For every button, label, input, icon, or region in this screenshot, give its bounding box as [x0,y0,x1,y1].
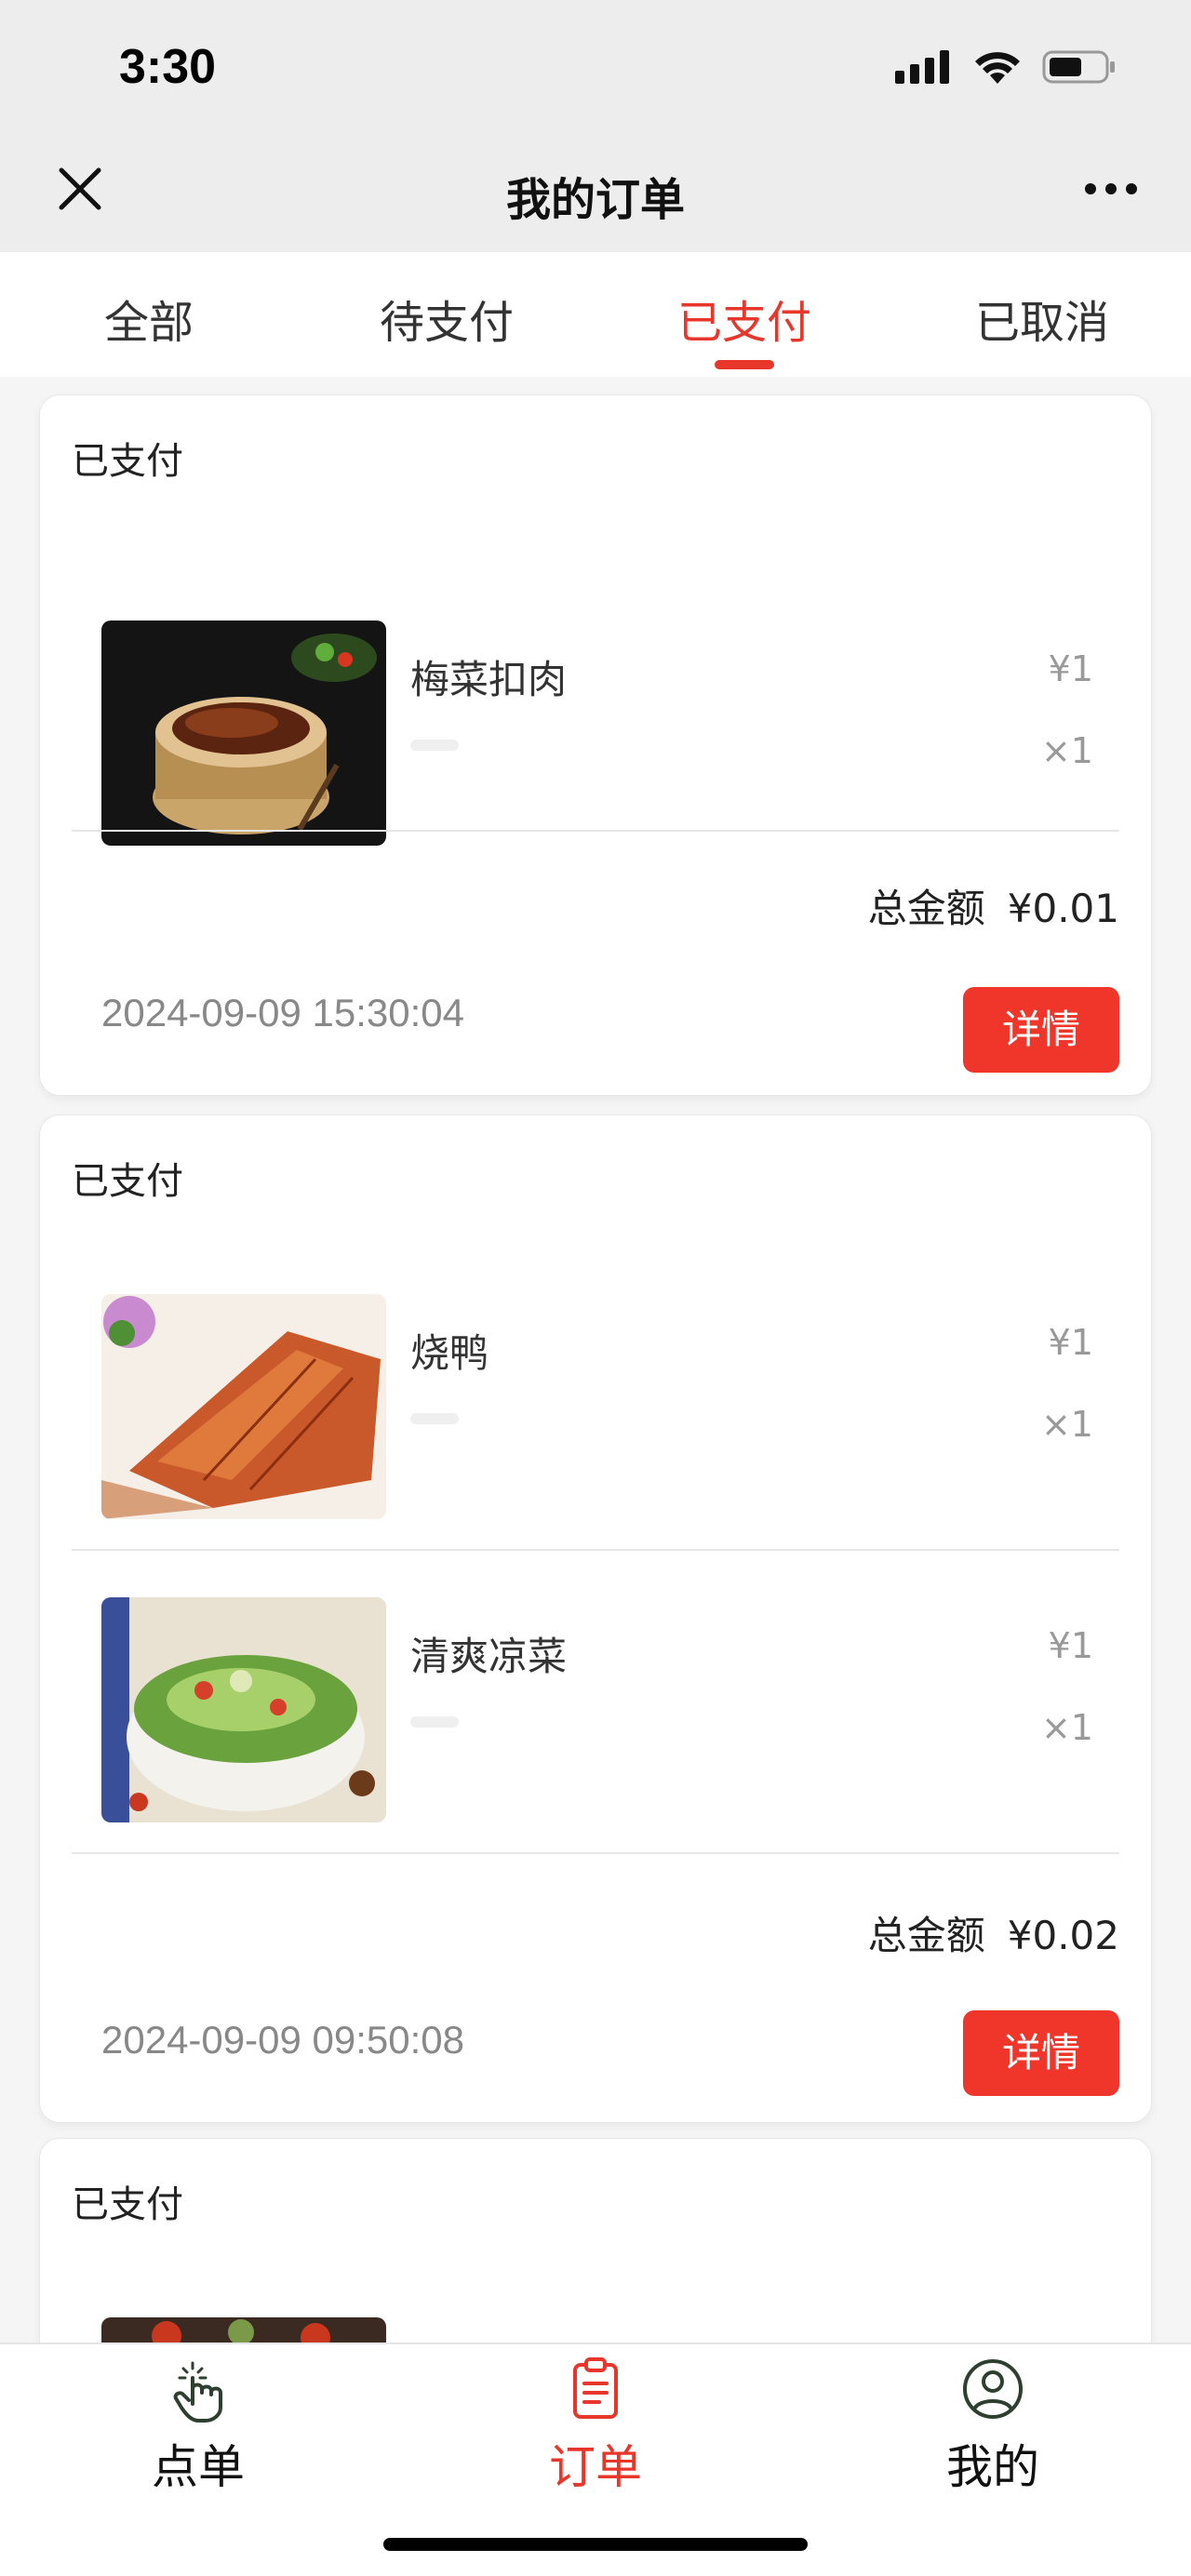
home-indicator [383,2538,808,2551]
detail-button[interactable]: 详情 [963,987,1119,1073]
tab-label: 已取消 [974,297,1109,349]
order-time: 2024-09-09 15:30:04 [101,991,464,1034]
tab-pending-payment[interactable]: 待支付 [298,252,596,377]
user-icon [963,2359,1023,2419]
bottom-tab-order-food[interactable]: 点单 [0,2344,396,2530]
food-image-pork [101,621,386,846]
bottom-tab-label: 订单 [549,2440,642,2494]
tab-label: 全部 [103,297,194,349]
item-name: 梅菜扣肉 [410,657,568,702]
item-spec-placeholder [410,1413,459,1424]
order-card: 已支付 烧鸭 ¥1 ×1 清爽凉菜 ¥1 ×1 总金额 ¥0.02 2024-0… [39,1114,1152,2123]
detail-button[interactable]: 详情 [963,2010,1119,2096]
order-item[interactable]: 清爽凉菜 ¥1 ×1 [40,1597,1153,1902]
item-spec-placeholder [410,740,459,751]
item-name: 烧鸭 [410,1330,489,1376]
order-time: 2024-09-09 09:50:08 [101,2018,464,2062]
item-price: ¥1 [1048,1322,1093,1363]
divider [72,1549,1119,1551]
order-total: 总金额 ¥0.02 [868,1904,1119,1961]
food-image-roast-duck [101,1294,386,1519]
item-qty: ×1 [1040,730,1093,771]
item-name: 清爽凉菜 [410,1634,568,1679]
bottom-tab-label: 点单 [152,2440,245,2494]
order-item[interactable]: 烧鸭 ¥1 ×1 [40,1294,1153,1598]
order-status: 已支付 [72,2183,183,2226]
signal-icon [895,50,949,84]
food-image-cold-dish [101,1597,386,1822]
status-icons [895,45,1117,89]
total-label: 总金额 [867,886,985,931]
tab-all[interactable]: 全部 [0,252,298,377]
tab-cancelled[interactable]: 已取消 [893,252,1191,377]
bottom-tab-label: 我的 [946,2440,1039,2494]
total-label: 总金额 [867,1913,985,1958]
item-price: ¥1 [1048,1625,1093,1666]
order-status: 已支付 [72,1160,183,1203]
status-time: 3:30 [119,40,217,94]
status-bar: 3:30 [0,0,1191,135]
total-value: ¥0.01 [1007,886,1119,931]
order-tabs: 全部 待支付 已支付 已取消 [0,252,1191,377]
clipboard-icon [573,2357,618,2419]
tap-hand-icon [173,2361,222,2423]
wifi-icon [975,52,1020,84]
item-spec-placeholder [410,1716,459,1728]
tab-label: 已支付 [676,297,811,349]
bottom-tab-orders[interactable]: 订单 [397,2344,794,2530]
tab-label: 待支付 [379,297,514,349]
tab-paid[interactable]: 已支付 [596,252,893,377]
page-title: 我的订单 [505,174,685,226]
item-qty: ×1 [1040,1404,1093,1445]
total-value: ¥0.02 [1007,1913,1119,1958]
nav-bar: 我的订单 [0,135,1191,252]
item-price: ¥1 [1048,648,1093,689]
order-status: 已支付 [72,440,183,483]
battery-icon [1042,50,1115,84]
more-icon[interactable] [1083,181,1139,196]
bottom-tab-mine[interactable]: 我的 [795,2344,1191,2530]
order-card: 已支付 梅菜扣肉 ¥1 ×1 总金额 ¥0.01 2024-09-09 15:30… [39,394,1152,1096]
item-qty: ×1 [1040,1707,1093,1748]
order-total: 总金额 ¥0.01 [868,877,1119,934]
active-tab-indicator [715,360,774,369]
divider [72,830,1119,832]
divider [72,1852,1119,1854]
